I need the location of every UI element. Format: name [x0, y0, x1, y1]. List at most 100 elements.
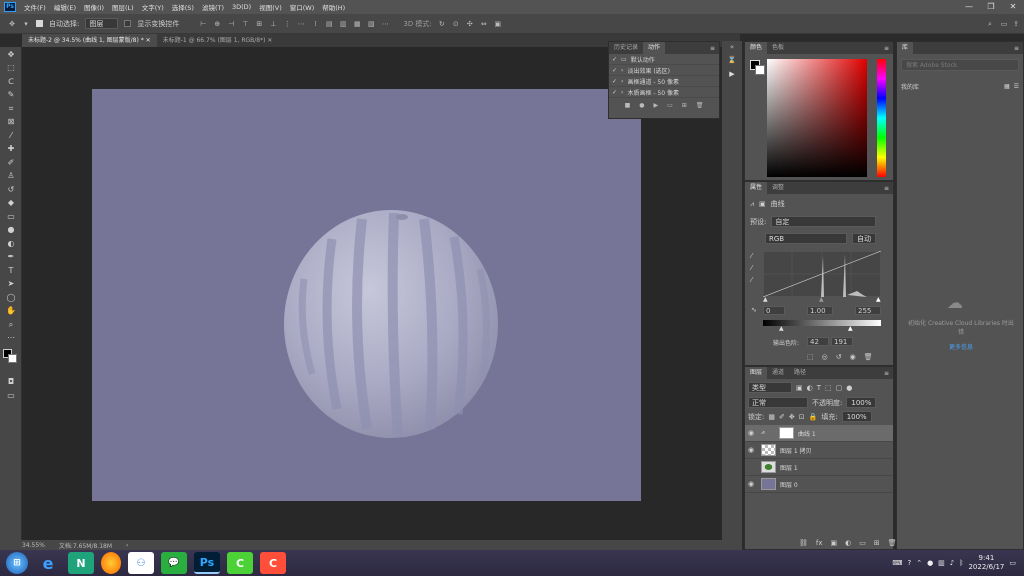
auto-select-target-dropdown[interactable]: 图层: [85, 18, 119, 29]
eyedropper-tool-icon[interactable]: ⁄: [4, 130, 18, 142]
add-mask-icon[interactable]: ▣: [831, 539, 838, 547]
align-bottom-icon[interactable]: ⊥: [269, 20, 277, 28]
lock-move-icon[interactable]: ✥: [789, 413, 795, 421]
chevron-right-icon[interactable]: ›: [621, 78, 623, 85]
align-left-icon[interactable]: ⊢: [199, 20, 207, 28]
check-icon[interactable]: ✓: [612, 67, 617, 74]
menu-layer[interactable]: 图层(L): [108, 2, 138, 12]
tray-chevron-icon[interactable]: ⌃: [916, 559, 922, 567]
check-icon[interactable]: ✓: [612, 78, 617, 85]
preset-dropdown[interactable]: 自定: [771, 216, 877, 227]
hue-slider[interactable]: [877, 59, 886, 177]
layer-row[interactable]: ◉ 图层 0: [745, 476, 893, 493]
output-black-field[interactable]: 42: [807, 337, 829, 346]
distribute-height-icon[interactable]: ▧: [367, 20, 375, 28]
background-color-swatch[interactable]: [755, 65, 765, 75]
search-icon[interactable]: ⌕: [986, 20, 994, 28]
tab-paths[interactable]: 路径: [789, 367, 811, 379]
chevron-down-icon[interactable]: ▾: [22, 20, 30, 28]
3d-scale-icon[interactable]: ▣: [494, 20, 502, 28]
screen-mode-icon[interactable]: ▭: [4, 390, 18, 402]
menu-image[interactable]: 图像(I): [80, 2, 108, 12]
gamma-slider[interactable]: ▲: [819, 296, 824, 303]
menu-select[interactable]: 选择(S): [168, 2, 198, 12]
blur-tool-icon[interactable]: ●: [4, 224, 18, 236]
panel-menu-icon[interactable]: ≡: [884, 370, 893, 377]
filter-type-icon[interactable]: T: [817, 384, 821, 392]
black-point-slider[interactable]: ▲: [763, 296, 768, 303]
move-tool-icon[interactable]: ✥: [8, 20, 16, 28]
3d-pan-icon[interactable]: ✣: [466, 20, 474, 28]
app-n-icon[interactable]: N: [68, 552, 94, 574]
fill-field[interactable]: 100%: [841, 411, 872, 422]
distribute-width-icon[interactable]: ▦: [353, 20, 361, 28]
panel-menu-icon[interactable]: ≡: [1014, 45, 1023, 52]
menu-3d[interactable]: 3D(D): [228, 3, 255, 11]
eyedropper-white-icon[interactable]: ⁄: [751, 276, 752, 284]
keyboard-icon[interactable]: ⌨: [892, 559, 902, 567]
distribute-icon[interactable]: ⋮: [283, 20, 291, 28]
crop-tool-icon[interactable]: ⌗: [4, 103, 18, 115]
actions-panel-icon[interactable]: ▶: [722, 67, 742, 81]
menu-edit[interactable]: 编辑(E): [50, 2, 80, 12]
new-layer-icon[interactable]: ⊞: [874, 539, 880, 547]
adjustment-layer-icon[interactable]: ◐: [845, 539, 851, 547]
visibility-eye-icon[interactable]: ◉: [745, 480, 757, 488]
more-info-link[interactable]: 更多信息: [907, 342, 1015, 351]
healing-brush-tool-icon[interactable]: ✚: [4, 143, 18, 155]
tab-history[interactable]: 历史记录: [609, 42, 643, 54]
chevron-double-left-icon[interactable]: «: [722, 41, 742, 53]
path-select-tool-icon[interactable]: ➤: [4, 278, 18, 290]
layer-name[interactable]: 曲线 1: [798, 429, 816, 438]
grid-view-icon[interactable]: ▦: [1004, 83, 1010, 90]
gradient-tool-icon[interactable]: ▭: [4, 211, 18, 223]
restore-icon[interactable]: ❐: [982, 0, 1000, 14]
tab-document-1[interactable]: 未标题-1 @ 66.7% (图层 1, RGB/8*) ✕: [156, 34, 279, 47]
delete-icon[interactable]: 🗑: [864, 353, 873, 361]
layer-name[interactable]: 图层 0: [780, 480, 798, 489]
start-button-icon[interactable]: ⊞: [6, 552, 28, 574]
reset-icon[interactable]: ↺: [836, 353, 842, 361]
workspace-icon[interactable]: ▭: [1000, 20, 1008, 28]
tab-libraries[interactable]: 库: [897, 42, 914, 54]
distribute-spacing-icon[interactable]: ▥: [339, 20, 347, 28]
fx-icon[interactable]: fx: [816, 539, 823, 547]
quick-select-tool-icon[interactable]: ✎: [4, 89, 18, 101]
align-top-icon[interactable]: ⊤: [241, 20, 249, 28]
notification-icon[interactable]: ▭: [1009, 559, 1016, 567]
curves-icon[interactable]: ⩘: [750, 200, 754, 209]
zoom-level[interactable]: 34.55%: [22, 542, 45, 549]
layer-row[interactable]: ◉ 图层 1: [745, 459, 893, 476]
panel-menu-icon[interactable]: ≡: [710, 45, 719, 52]
channel-dropdown[interactable]: RGB: [765, 233, 847, 244]
3d-roll-icon[interactable]: ⊙: [452, 20, 460, 28]
more-tools-icon[interactable]: ⋯: [4, 332, 18, 344]
wechat-icon[interactable]: 💬: [161, 552, 187, 574]
visibility-eye-icon[interactable]: ◉: [850, 353, 856, 361]
close-icon[interactable]: ✕: [146, 37, 151, 44]
chevron-right-icon[interactable]: ›: [621, 89, 623, 96]
quick-mask-icon[interactable]: ◘: [4, 376, 18, 388]
white-point-slider[interactable]: ▲: [876, 296, 881, 303]
layer-thumbnail[interactable]: [761, 478, 776, 490]
chevron-right-icon[interactable]: ›: [126, 542, 128, 549]
view-previous-icon[interactable]: ◎: [822, 353, 828, 361]
image-canvas[interactable]: [92, 89, 641, 501]
layer-thumbnail[interactable]: [761, 461, 776, 473]
show-transform-checkbox[interactable]: [124, 20, 132, 27]
output-white-field[interactable]: 191: [831, 337, 853, 346]
play-icon[interactable]: ▶: [653, 102, 658, 109]
chevron-right-icon[interactable]: ›: [621, 67, 623, 74]
3d-slide-icon[interactable]: ⇔: [480, 20, 488, 28]
library-search-input[interactable]: 搜索 Adobe Stock: [901, 59, 1019, 71]
menu-view[interactable]: 视图(V): [255, 2, 286, 12]
distribute-h-icon[interactable]: ⋯: [297, 20, 305, 28]
histogram-graph[interactable]: [763, 251, 881, 297]
auto-button[interactable]: 自动: [852, 233, 876, 244]
menu-help[interactable]: 帮助(H): [318, 2, 349, 12]
hand-tool-icon[interactable]: ✋: [4, 305, 18, 317]
photoshop-logo-icon[interactable]: Ps: [4, 2, 16, 12]
frame-tool-icon[interactable]: ⊠: [4, 116, 18, 128]
align-middle-icon[interactable]: ⊞: [255, 20, 263, 28]
tab-swatches[interactable]: 色板: [767, 42, 789, 54]
